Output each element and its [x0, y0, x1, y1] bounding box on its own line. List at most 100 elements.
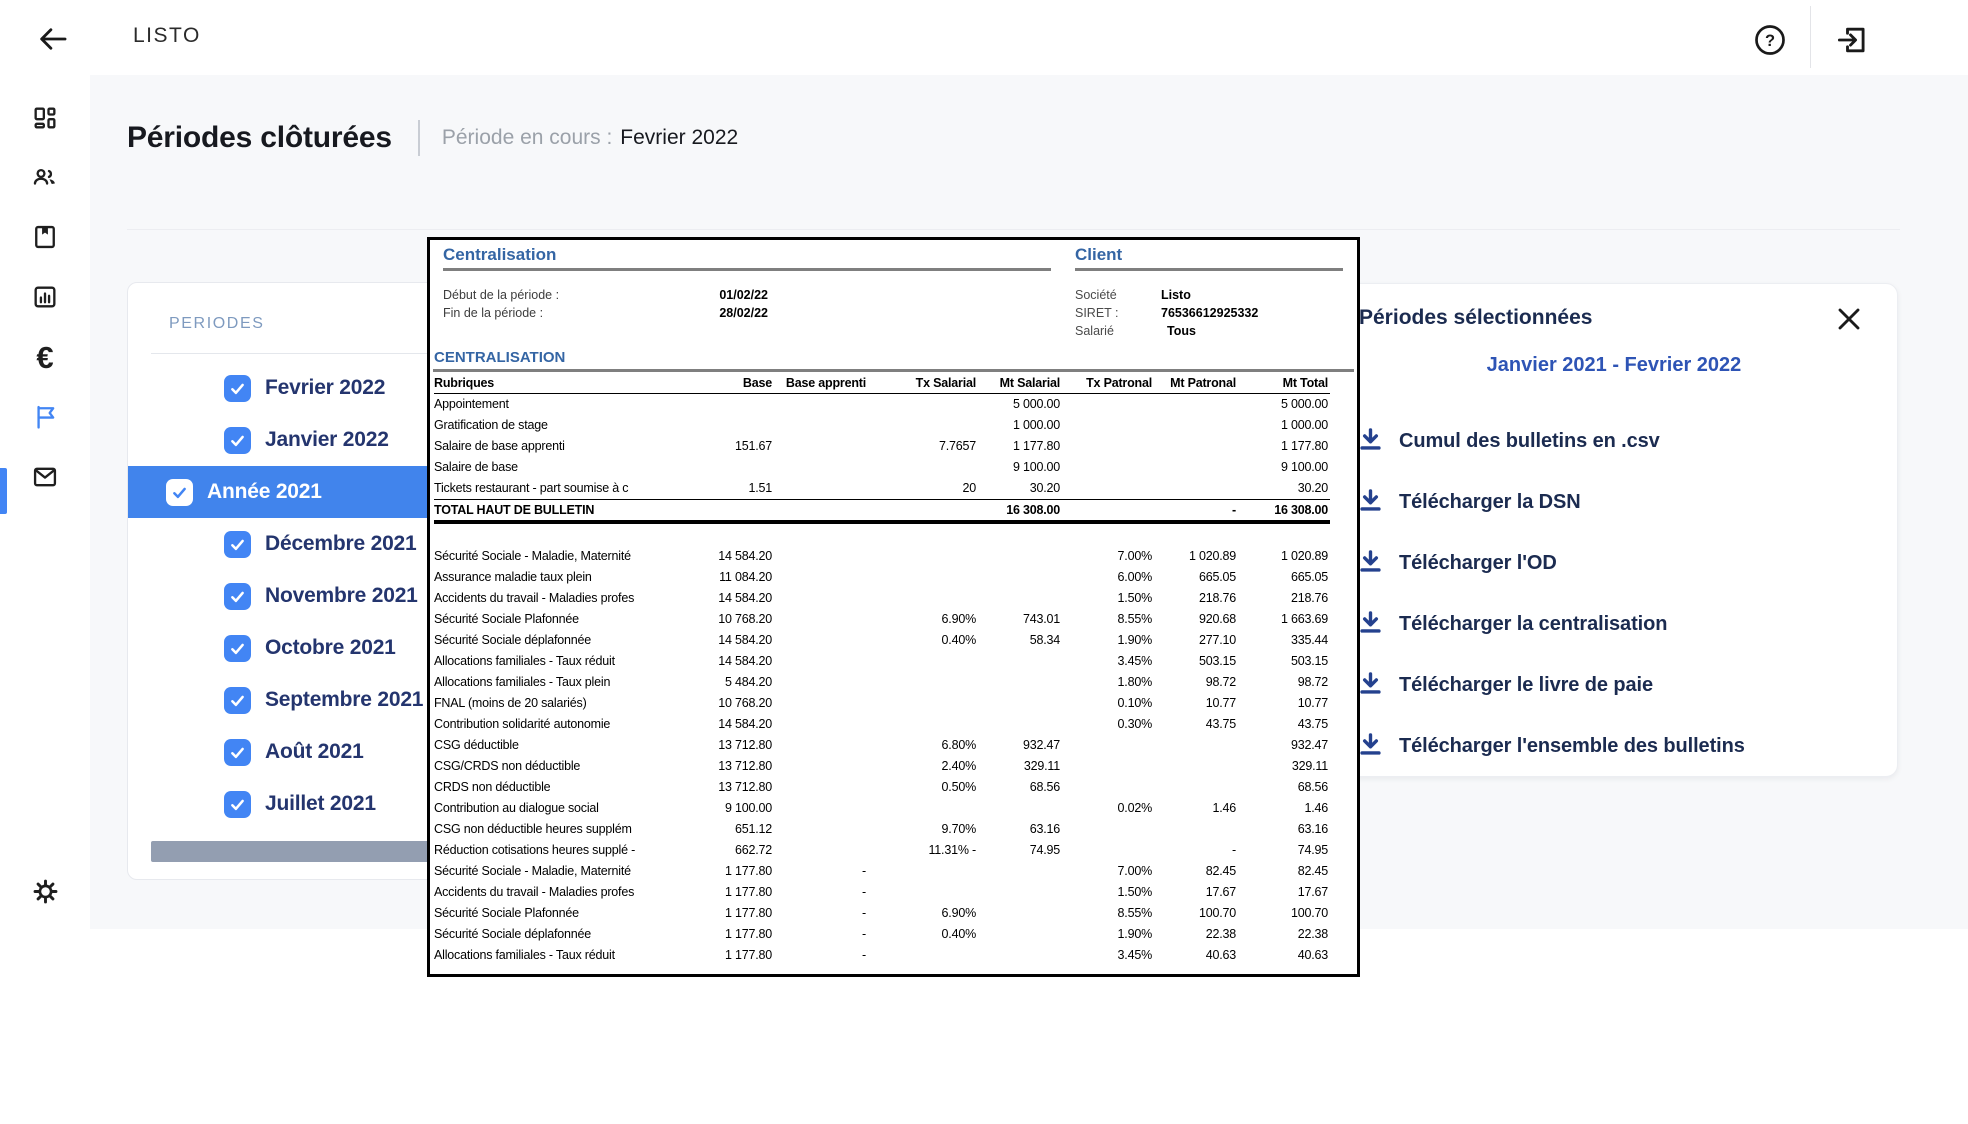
- column-header: Tx Salarial: [866, 373, 976, 393]
- cell: Contribution au dialogue social: [434, 798, 691, 819]
- cell: [866, 500, 976, 520]
- cell: [1152, 394, 1236, 415]
- cell: 7.00%: [1060, 546, 1152, 567]
- cell: Allocations familiales - Taux réduit: [434, 651, 691, 672]
- cell: 1 177.80: [691, 903, 772, 924]
- back-arrow-icon: [36, 43, 70, 60]
- sidebar-item-messages[interactable]: [0, 451, 90, 503]
- close-button[interactable]: [1831, 301, 1867, 337]
- sidebar-item-periods[interactable]: [0, 391, 90, 443]
- download-link[interactable]: Cumul des bulletins en .csv: [1357, 411, 1877, 472]
- cell: 1 000.00: [1236, 415, 1328, 436]
- cell: [772, 394, 866, 415]
- cell: [772, 651, 866, 672]
- cell: 1.51: [691, 478, 772, 499]
- logout-button[interactable]: [1834, 22, 1870, 58]
- cell: Accidents du travail - Maladies profes: [434, 588, 691, 609]
- back-button[interactable]: [36, 22, 70, 56]
- field-value: 28/02/22: [653, 304, 768, 322]
- cell: [976, 567, 1060, 588]
- table-row: FNAL (moins de 20 salariés) 10 768.20 0.…: [434, 693, 1330, 714]
- sidebar-item-settings[interactable]: [0, 865, 90, 917]
- download-link-label: Cumul des bulletins en .csv: [1399, 430, 1660, 453]
- field-label: Salarié: [1075, 322, 1161, 340]
- cell: [772, 840, 866, 861]
- cell: 8.55%: [1060, 609, 1152, 630]
- sidebar-item-reports[interactable]: [0, 271, 90, 323]
- cell: 335.44: [1236, 630, 1328, 651]
- period-checkbox[interactable]: [224, 583, 251, 610]
- cell: 665.05: [1236, 567, 1328, 588]
- download-link[interactable]: Télécharger la centralisation: [1357, 594, 1877, 655]
- cell: [1060, 415, 1152, 436]
- cell: Appointement: [434, 394, 691, 415]
- download-link[interactable]: Télécharger le livre de paie: [1357, 655, 1877, 716]
- download-link[interactable]: Télécharger l'OD: [1357, 533, 1877, 594]
- sidebar-item-billing[interactable]: €: [0, 331, 90, 383]
- download-link[interactable]: Télécharger la DSN: [1357, 472, 1877, 533]
- cell: 63.16: [976, 819, 1060, 840]
- period-checkbox[interactable]: [224, 791, 251, 818]
- cell: -: [772, 903, 866, 924]
- table-gap: [434, 524, 1330, 546]
- cell: 82.45: [1152, 861, 1236, 882]
- column-header: Mt Patronal: [1152, 373, 1236, 393]
- cell: 30.20: [976, 478, 1060, 499]
- cell: Sécurité Sociale Plafonnée: [434, 903, 691, 924]
- column-header: Base apprenti: [772, 373, 866, 393]
- help-icon: ?: [1752, 45, 1788, 62]
- people-icon: [31, 163, 59, 191]
- cell: [976, 861, 1060, 882]
- cell: [866, 567, 976, 588]
- period-checkbox[interactable]: [166, 479, 193, 506]
- column-header: Rubriques: [434, 373, 691, 393]
- cell: 1.80%: [1060, 672, 1152, 693]
- period-checkbox[interactable]: [224, 375, 251, 402]
- cell: 218.76: [1236, 588, 1328, 609]
- cell: Allocations familiales - Taux réduit: [434, 945, 691, 966]
- cell: [772, 546, 866, 567]
- period-checkbox[interactable]: [224, 635, 251, 662]
- period-checkbox[interactable]: [224, 531, 251, 558]
- help-button[interactable]: ?: [1752, 22, 1788, 58]
- cell: -: [1152, 840, 1236, 861]
- cell: [1060, 819, 1152, 840]
- cell: [772, 693, 866, 714]
- cell: [866, 714, 976, 735]
- cell: 6.80%: [866, 735, 976, 756]
- sidebar-item-bookmarks[interactable]: [0, 211, 90, 263]
- table-rows-bottom: Sécurité Sociale - Maladie, Maternité 14…: [434, 546, 1330, 966]
- period-checkbox[interactable]: [224, 427, 251, 454]
- period-label: Août 2021: [265, 740, 364, 764]
- cell: [772, 436, 866, 457]
- cell: Salaire de base apprenti: [434, 436, 691, 457]
- period-checkbox[interactable]: [224, 687, 251, 714]
- cell: [772, 798, 866, 819]
- document-left-title: Centralisation: [443, 245, 556, 265]
- bookmark-icon: [31, 223, 59, 251]
- cell: Salaire de base: [434, 457, 691, 478]
- cell: [772, 756, 866, 777]
- cell: 22.38: [1236, 924, 1328, 945]
- cell: 10 768.20: [691, 609, 772, 630]
- header-separator: [418, 120, 420, 156]
- period-checkbox[interactable]: [224, 739, 251, 766]
- cell: 3.45%: [1060, 945, 1152, 966]
- cell: [1060, 735, 1152, 756]
- cell: [1152, 436, 1236, 457]
- sidebar-item-dashboard[interactable]: [0, 92, 90, 144]
- title-underline: [443, 268, 1051, 271]
- cell: [772, 567, 866, 588]
- cell: 40.63: [1236, 945, 1328, 966]
- cell: 503.15: [1152, 651, 1236, 672]
- cell: 932.47: [976, 735, 1060, 756]
- column-header: Mt Salarial: [976, 373, 1060, 393]
- cell: 0.40%: [866, 924, 976, 945]
- period-label: Décembre 2021: [265, 532, 417, 556]
- cell: 1.50%: [1060, 882, 1152, 903]
- cell: 14 584.20: [691, 651, 772, 672]
- download-link[interactable]: Télécharger l'ensemble des bulletins: [1357, 716, 1877, 777]
- cell: [772, 478, 866, 499]
- cell: CSG non déductible heures supplém: [434, 819, 691, 840]
- sidebar-item-employees[interactable]: [0, 151, 90, 203]
